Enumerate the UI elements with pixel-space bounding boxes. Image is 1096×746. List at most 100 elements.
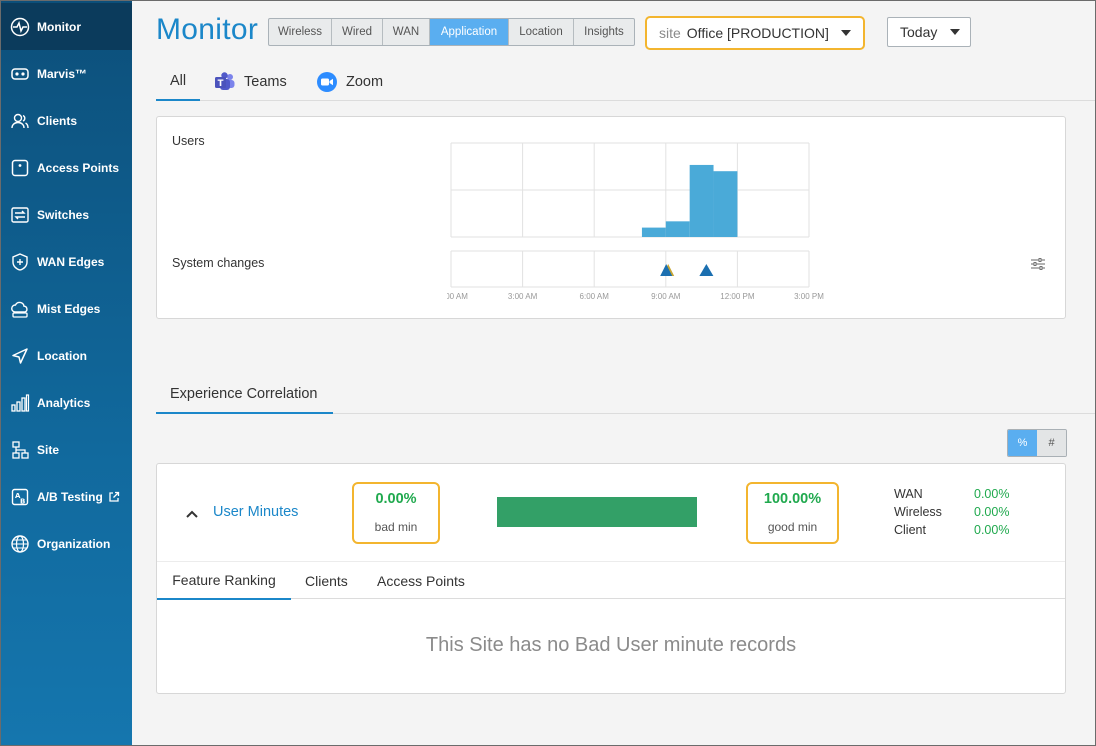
- date-range-selector[interactable]: Today: [887, 17, 971, 47]
- tab-teams[interactable]: T Teams: [214, 63, 287, 101]
- breakdown-key-wireless: Wireless: [894, 505, 942, 519]
- cloud-icon: [9, 298, 31, 320]
- date-range-value: Today: [900, 24, 938, 40]
- sidebar-item-label: Location: [37, 348, 87, 363]
- app-window: Monitor Marvis™ Clients Access Points Sw…: [0, 0, 1096, 746]
- view-segment-control: Wireless Wired WAN Application Location …: [268, 18, 635, 46]
- globe-icon: [9, 533, 31, 555]
- segment-wireless[interactable]: Wireless: [269, 19, 332, 45]
- site-hierarchy-icon: [9, 439, 31, 461]
- bad-minutes-caption: bad min: [374, 520, 418, 534]
- monitor-pulse-icon: [9, 16, 31, 38]
- sidebar-item-label: WAN Edges: [37, 254, 105, 269]
- tab-all[interactable]: All: [156, 63, 200, 101]
- empty-state-message: This Site has no Bad User minute records: [425, 634, 797, 656]
- tab-label: All: [169, 73, 187, 89]
- chevron-down-icon: [841, 30, 851, 36]
- tab-zoom[interactable]: Zoom: [316, 63, 383, 101]
- breakdown-key-wan: WAN: [894, 487, 923, 501]
- bad-minutes-box: 0.00% bad min: [352, 482, 440, 544]
- users-row-label: Users: [172, 134, 205, 148]
- main-content: Monitor Wireless Wired WAN Application L…: [132, 1, 1095, 745]
- percent-count-toggle: % #: [1007, 429, 1067, 457]
- sidebar-item-mist-edges[interactable]: Mist Edges: [1, 285, 132, 332]
- svg-text:B: B: [20, 497, 25, 505]
- users-area-step: [689, 164, 714, 237]
- experience-tabs: Experience Correlation: [156, 376, 1095, 414]
- sidebar-item-label: Switches: [37, 207, 90, 222]
- sidebar-item-access-points[interactable]: Access Points: [1, 144, 132, 191]
- tab-access-points[interactable]: Access Points: [377, 562, 465, 600]
- tab-label: Zoom: [346, 74, 384, 90]
- svg-text:T: T: [218, 79, 224, 89]
- zoom-icon: [316, 71, 338, 93]
- sidebar-item-label: Access Points: [37, 160, 120, 175]
- sidebar-item-label: A/B Testing: [37, 489, 103, 504]
- x-tick-label: 9:00 AM: [651, 292, 681, 301]
- x-tick-label: 6:00 AM: [580, 292, 610, 301]
- sidebar-item-label: Marvis™: [37, 66, 88, 81]
- segment-application[interactable]: Application: [430, 19, 509, 45]
- chevron-down-icon: [950, 29, 960, 35]
- tab-label: Teams: [244, 74, 287, 90]
- good-minutes-caption: good min: [767, 520, 818, 534]
- marvis-icon: [9, 63, 31, 85]
- site-selector[interactable]: site Office [PRODUCTION]: [645, 16, 865, 50]
- chevron-up-icon[interactable]: [185, 507, 199, 521]
- sidebar-item-marvis[interactable]: Marvis™: [1, 50, 132, 97]
- sidebar-item-analytics[interactable]: Analytics: [1, 379, 132, 426]
- bar-chart-icon: [9, 392, 31, 414]
- site-selector-value: Office [PRODUCTION]: [686, 25, 829, 41]
- sidebar-item-label: Mist Edges: [37, 301, 101, 316]
- timeline-chart-card: Users System changes 12:00 AM 3:00 AM 6:00…: [156, 116, 1066, 319]
- ab-testing-icon: AB: [9, 486, 31, 508]
- sidebar-item-switches[interactable]: Switches: [1, 191, 132, 238]
- sliders-icon[interactable]: [1031, 257, 1045, 271]
- breakdown-value-wan: 0.00%: [974, 487, 1010, 501]
- users-area-step: [665, 221, 690, 237]
- teams-icon: T: [214, 71, 236, 93]
- x-tick-label: 12:00 AM: [447, 292, 468, 301]
- segment-location[interactable]: Location: [509, 19, 574, 45]
- external-link-icon: [108, 491, 120, 503]
- bad-minutes-percent: 0.00%: [375, 491, 417, 507]
- segment-wired[interactable]: Wired: [332, 19, 383, 45]
- sidebar: Monitor Marvis™ Clients Access Points Sw…: [1, 1, 132, 745]
- tab-experience-correlation[interactable]: Experience Correlation: [156, 376, 333, 414]
- segment-wan[interactable]: WAN: [383, 19, 430, 45]
- sidebar-item-organization[interactable]: Organization: [1, 520, 132, 567]
- toggle-percent[interactable]: %: [1008, 430, 1037, 456]
- sidebar-item-label: Site: [37, 442, 60, 457]
- switch-icon: [9, 204, 31, 226]
- sidebar-item-label: Analytics: [37, 395, 91, 410]
- sidebar-item-wan-edges[interactable]: WAN Edges: [1, 238, 132, 285]
- location-arrow-icon: [9, 345, 31, 367]
- user-minutes-link[interactable]: User Minutes: [213, 504, 298, 520]
- x-tick-label: 3:00 PM: [794, 292, 824, 301]
- x-tick-label: 3:00 AM: [508, 292, 538, 301]
- access-point-icon: [9, 157, 31, 179]
- tab-clients[interactable]: Clients: [305, 562, 348, 600]
- ranking-tabs: Feature Ranking Clients Access Points: [157, 561, 1065, 600]
- segment-insights[interactable]: Insights: [574, 19, 634, 45]
- application-tabs: All T Teams Zoom: [156, 63, 1095, 101]
- sidebar-item-clients[interactable]: Clients: [1, 97, 132, 144]
- site-selector-label: site: [659, 25, 681, 41]
- tab-feature-ranking[interactable]: Feature Ranking: [157, 562, 291, 600]
- good-minutes-percent: 100.00%: [763, 491, 822, 507]
- users-area-step: [713, 171, 738, 237]
- good-minutes-box: 100.00% good min: [746, 482, 839, 544]
- sidebar-item-ab-testing[interactable]: AB A/B Testing: [1, 473, 132, 520]
- sidebar-item-monitor[interactable]: Monitor: [1, 3, 132, 50]
- shield-plus-icon: [9, 251, 31, 273]
- toggle-count[interactable]: #: [1037, 430, 1066, 456]
- sidebar-item-label: Monitor: [37, 19, 81, 34]
- sidebar-item-site[interactable]: Site: [1, 426, 132, 473]
- users-icon: [9, 110, 31, 132]
- x-tick-label: 12:00 PM: [720, 292, 755, 301]
- good-minutes-bar: [497, 497, 697, 527]
- users-chart[interactable]: 12:00 AM 3:00 AM 6:00 AM 9:00 AM 12:00 PM 3:0…: [447, 127, 867, 317]
- users-area-step: [641, 227, 666, 237]
- sidebar-item-location[interactable]: Location: [1, 332, 132, 379]
- page-title: Monitor: [156, 13, 259, 46]
